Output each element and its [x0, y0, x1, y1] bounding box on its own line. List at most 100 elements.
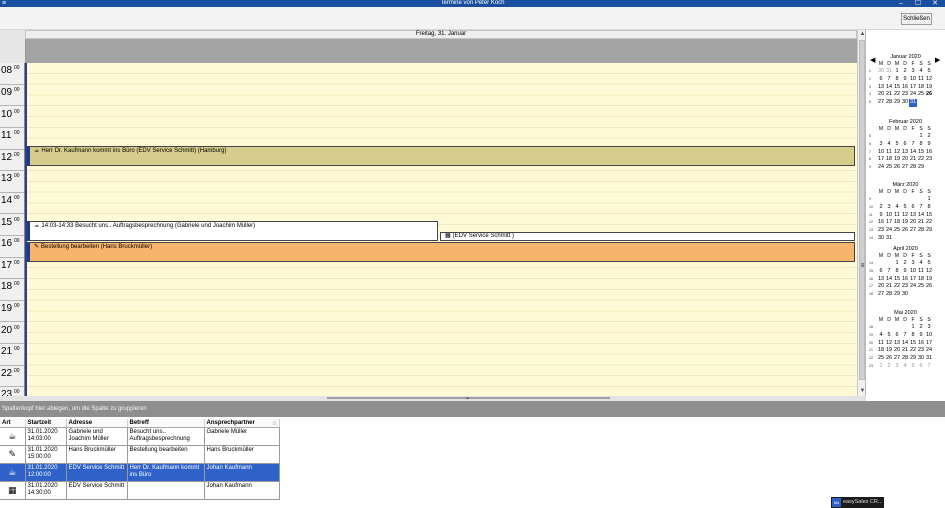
mini-day[interactable]: 12 [901, 212, 909, 220]
mini-day[interactable]: 23 [917, 347, 925, 355]
mini-day[interactable]: 15 [917, 149, 925, 157]
mini-day[interactable]: 6 [909, 204, 917, 212]
mini-day[interactable]: 6 [901, 141, 909, 149]
mini-day[interactable]: 25 [877, 355, 885, 363]
mini-day[interactable]: 20 [877, 283, 885, 291]
mini-day[interactable]: 1 [893, 68, 901, 76]
mini-day[interactable]: 28 [885, 291, 893, 299]
mini-day[interactable]: 15 [925, 212, 933, 220]
mini-day[interactable]: 17 [909, 84, 917, 92]
mini-day[interactable]: 3 [885, 204, 893, 212]
mini-day[interactable]: 11 [885, 149, 893, 157]
col-adresse[interactable]: Adresse [66, 419, 128, 428]
mini-day[interactable]: 16 [877, 219, 885, 227]
mini-day[interactable]: 21 [917, 219, 925, 227]
mini-day[interactable]: 12 [925, 76, 933, 84]
mini-day[interactable]: 16 [901, 276, 909, 284]
mini-day[interactable]: 21 [901, 347, 909, 355]
mini-day[interactable]: 4 [901, 363, 909, 371]
scroll-up-icon[interactable]: ▲ [858, 30, 865, 39]
mini-day[interactable]: 19 [893, 156, 901, 164]
mini-day[interactable]: 7 [885, 76, 893, 84]
mini-day[interactable]: 4 [893, 204, 901, 212]
mini-day[interactable]: 2 [885, 363, 893, 371]
mini-day[interactable]: 26 [885, 355, 893, 363]
mini-day[interactable]: 6 [917, 363, 925, 371]
mini-day[interactable]: 16 [917, 340, 925, 348]
mini-day[interactable]: 20 [893, 347, 901, 355]
mini-day[interactable]: 13 [893, 340, 901, 348]
col-art[interactable]: Art [0, 419, 26, 428]
mini-day[interactable]: 29 [909, 355, 917, 363]
vertical-scrollbar[interactable]: ▲ ≡ ▼ [857, 30, 865, 396]
mini-day[interactable]: 3 [909, 68, 917, 76]
mini-day[interactable]: 25 [917, 91, 925, 99]
group-by-bar[interactable]: Spaltenkopf hier ablegen, um die Spalte … [0, 401, 945, 417]
mini-day[interactable]: 29 [893, 99, 901, 107]
mini-day[interactable]: 3 [909, 260, 917, 268]
mini-day[interactable]: 22 [909, 347, 917, 355]
mini-day[interactable]: 4 [917, 68, 925, 76]
mini-day[interactable]: 25 [885, 164, 893, 172]
mini-day[interactable]: 5 [925, 68, 933, 76]
mini-day[interactable]: 18 [893, 219, 901, 227]
mini-day[interactable]: 6 [877, 76, 885, 84]
mini-day[interactable]: 26 [925, 283, 933, 291]
mini-day[interactable]: 19 [885, 347, 893, 355]
table-row[interactable]: ☕ 31.01.2020 14:03:00 Gabriele und Joachim … [0, 427, 280, 446]
mini-day[interactable]: 30 [877, 68, 885, 76]
mini-day[interactable]: 10 [877, 149, 885, 157]
mini-day[interactable]: 2 [901, 260, 909, 268]
mini-day[interactable]: 17 [909, 276, 917, 284]
mini-day[interactable]: 24 [909, 283, 917, 291]
mini-day[interactable]: 30 [901, 99, 909, 107]
mini-day[interactable]: 30 [917, 355, 925, 363]
mini-day[interactable]: 1 [909, 324, 917, 332]
mini-day[interactable]: 5 [909, 363, 917, 371]
mini-day[interactable]: 18 [877, 347, 885, 355]
mini-day[interactable]: 29 [893, 291, 901, 299]
scroll-down-icon[interactable]: ▼ [858, 387, 865, 396]
appointment-edv-service[interactable]: ▦ (EDV Service Schmitt ) [440, 232, 855, 241]
mini-day[interactable]: 4 [885, 141, 893, 149]
mini-day[interactable]: 5 [901, 204, 909, 212]
mini-day[interactable]: 13 [877, 276, 885, 284]
appointment-kaufmann[interactable]: ☕ Herr Dr. Kaufmann kommt ins Büro (EDV S… [27, 146, 855, 167]
mini-day[interactable]: 20 [877, 91, 885, 99]
mini-day[interactable]: 22 [917, 156, 925, 164]
mini-day[interactable]: 21 [885, 91, 893, 99]
close-button[interactable]: Schließen [901, 13, 932, 25]
mini-day[interactable]: 28 [909, 164, 917, 172]
mini-day[interactable]: 8 [909, 332, 917, 340]
mini-day[interactable]: 4 [877, 332, 885, 340]
mini-day[interactable]: 2 [901, 68, 909, 76]
table-row[interactable]: ✎ 31.01.2020 15:00:00 Hans Bruckmüller Beste… [0, 445, 280, 464]
mini-day[interactable]: 2 [925, 133, 933, 141]
taskbar-item[interactable]: Ms easySales CR... [831, 497, 884, 508]
mini-day[interactable]: 6 [893, 332, 901, 340]
mini-day[interactable]: 18 [885, 156, 893, 164]
mini-day[interactable]: 28 [901, 355, 909, 363]
mini-day[interactable]: 5 [925, 260, 933, 268]
appointment-mueller[interactable]: ☕ 14:03-14:33 Besucht uns.. Auftragsbespr… [27, 221, 438, 241]
table-row[interactable]: ☕ 31.01.2020 12:00:00 EDV Service Schmitt He… [0, 463, 280, 482]
mini-day[interactable]: 11 [877, 340, 885, 348]
mini-day[interactable]: 12 [925, 268, 933, 276]
mini-day[interactable]: 31 [925, 355, 933, 363]
mini-day[interactable]: 7 [901, 332, 909, 340]
mini-day[interactable]: 24 [885, 227, 893, 235]
mini-day[interactable]: 11 [893, 212, 901, 220]
col-startzeit[interactable]: Startzeit [25, 419, 67, 428]
mini-day[interactable]: 14 [917, 212, 925, 220]
mini-day[interactable]: 3 [877, 141, 885, 149]
mini-day[interactable]: 29 [925, 227, 933, 235]
mini-day[interactable]: 20 [901, 156, 909, 164]
mini-day[interactable]: 11 [917, 268, 925, 276]
mini-day[interactable]: 31 [885, 235, 893, 243]
mini-day[interactable]: 11 [917, 76, 925, 84]
mini-day[interactable]: 22 [893, 283, 901, 291]
mini-day[interactable]: 8 [917, 141, 925, 149]
mini-day[interactable]: 31 [885, 68, 893, 76]
mini-day[interactable]: 25 [917, 283, 925, 291]
mini-day[interactable]: 25 [893, 227, 901, 235]
